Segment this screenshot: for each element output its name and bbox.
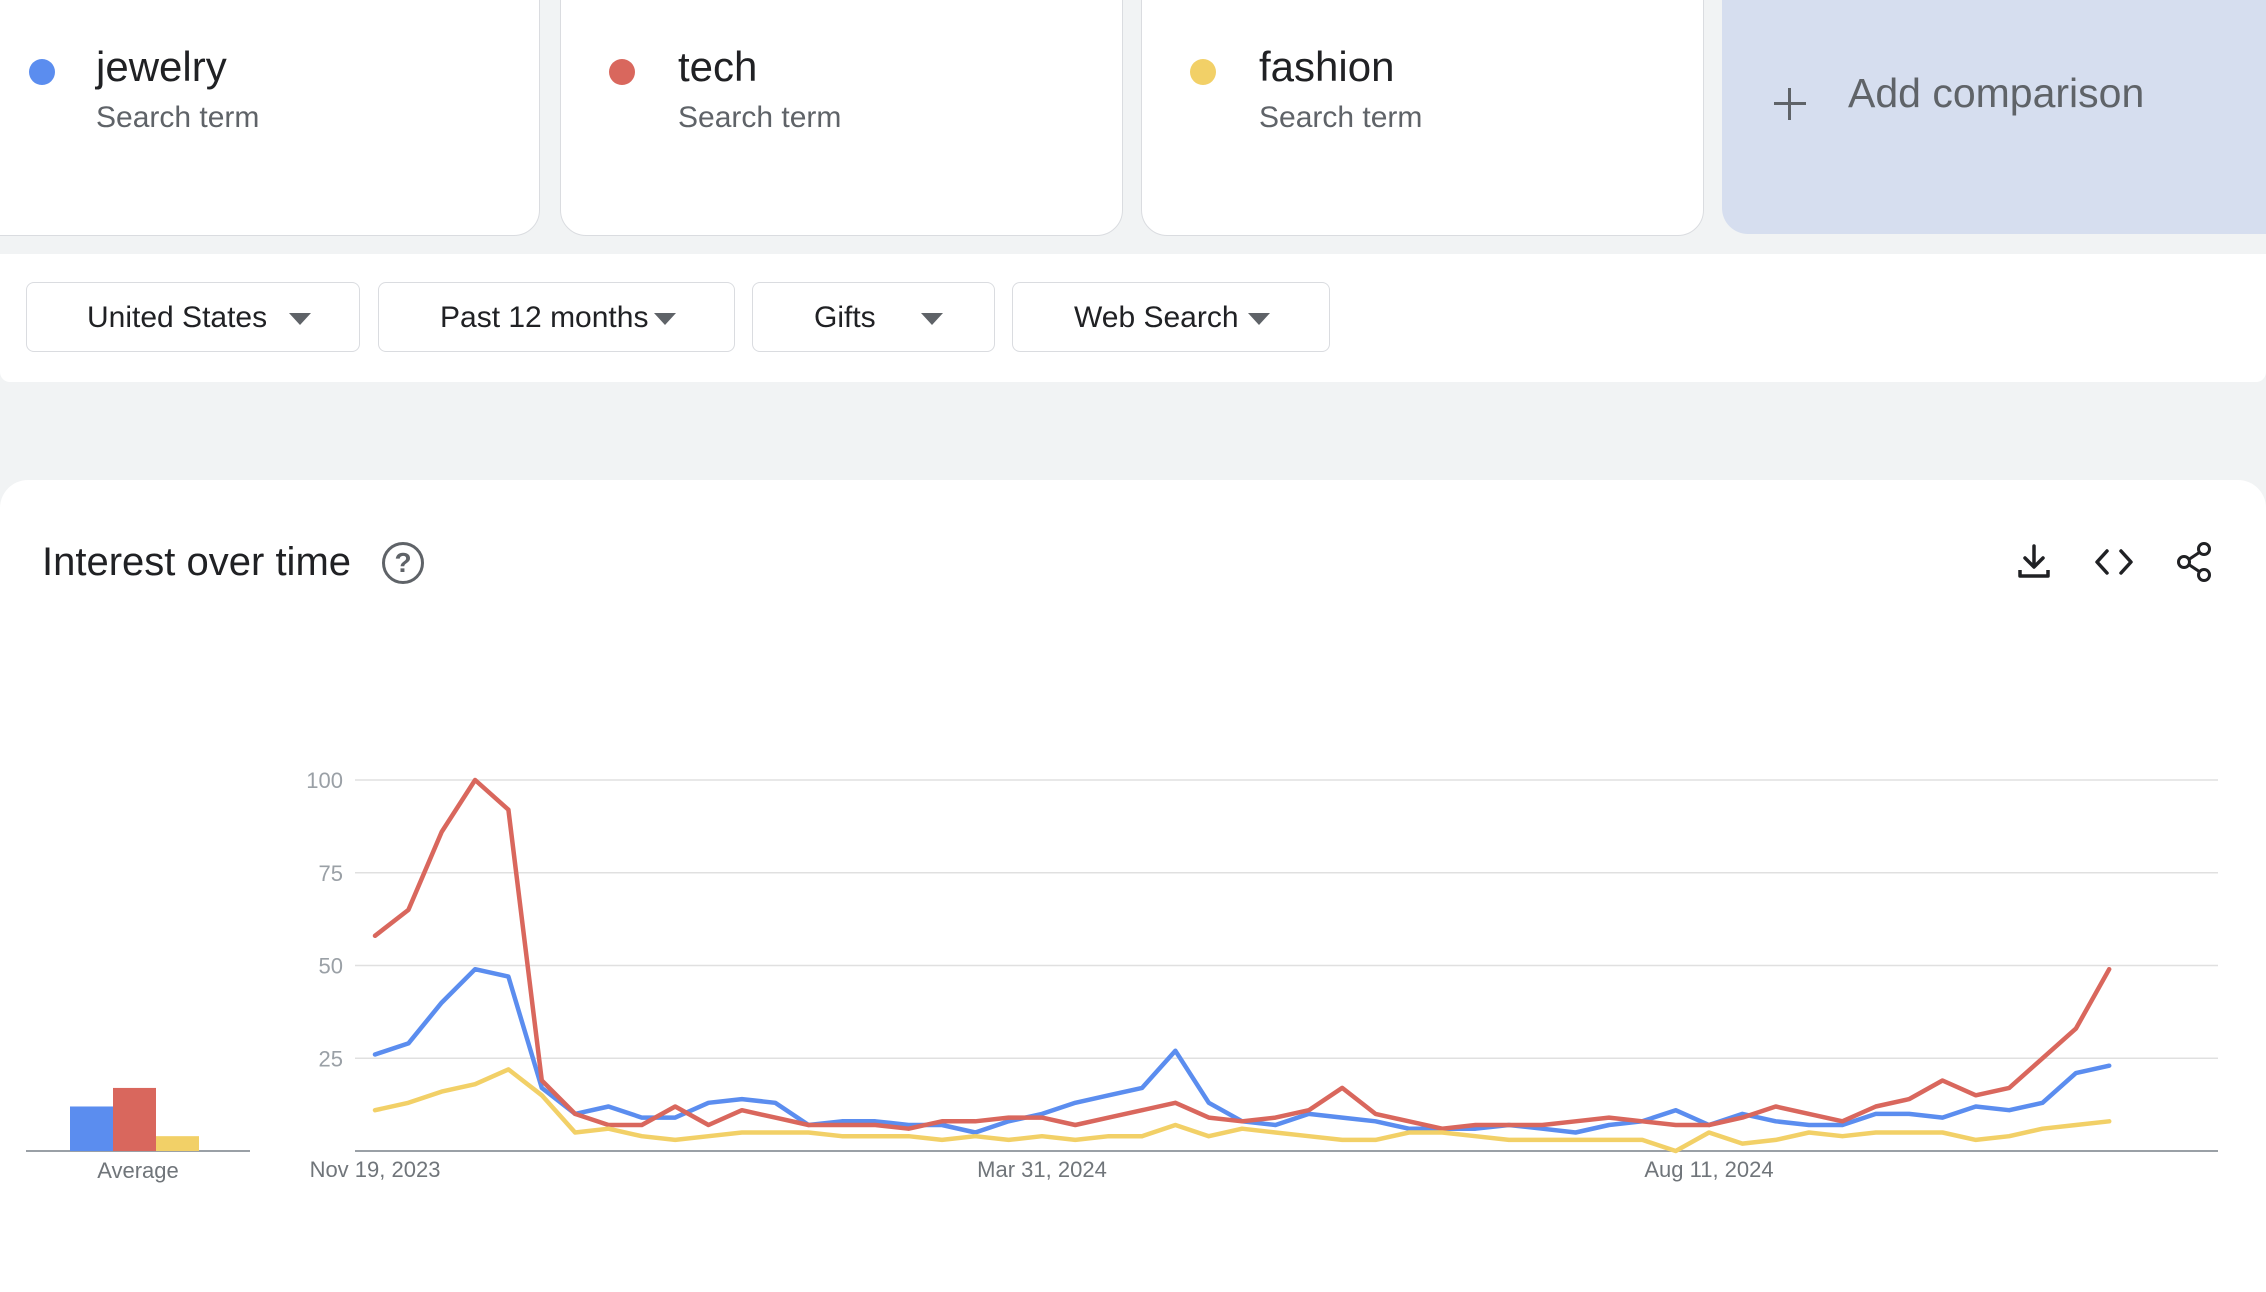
search-terms-bar: jewelry Search term tech Search term fas… [0,0,2266,236]
term-color-dot [1190,59,1216,85]
term-card-tech[interactable]: tech Search term [560,0,1123,236]
term-type: Search term [1259,101,1423,134]
category-dropdown[interactable]: Gifts [752,282,995,352]
chevron-down-icon [289,313,311,325]
embed-code-icon[interactable] [2090,538,2138,586]
chevron-down-icon [1248,313,1270,325]
region-dropdown[interactable]: United States [26,282,360,352]
add-comparison-label: Add comparison [1848,70,2145,116]
property-label: Web Search [1074,301,1239,334]
help-icon[interactable]: ? [382,542,424,584]
share-icon[interactable] [2170,538,2218,586]
term-color-dot [29,59,55,85]
filters-bar: United States Past 12 months Gifts Web S… [0,254,2266,382]
plus-icon [1774,88,1806,120]
chevron-down-icon [921,313,943,325]
property-dropdown[interactable]: Web Search [1012,282,1330,352]
period-label: Past 12 months [440,301,649,334]
chevron-down-icon [654,313,676,325]
term-card-fashion[interactable]: fashion Search term [1141,0,1704,236]
period-dropdown[interactable]: Past 12 months [378,282,735,352]
term-name: fashion [1259,43,1395,90]
term-type: Search term [678,101,842,134]
add-comparison-button[interactable]: Add comparison [1722,0,2266,234]
interest-over-time-panel: Interest over time ? [0,480,2266,1292]
category-label: Gifts [814,301,876,334]
region-label: United States [87,301,268,334]
term-color-dot [609,59,635,85]
term-name: tech [678,43,758,90]
term-name: jewelry [96,43,227,90]
download-icon[interactable] [2010,538,2058,586]
panel-title: Interest over time [42,540,352,584]
term-type: Search term [96,101,260,134]
term-card-jewelry[interactable]: jewelry Search term [0,0,540,236]
